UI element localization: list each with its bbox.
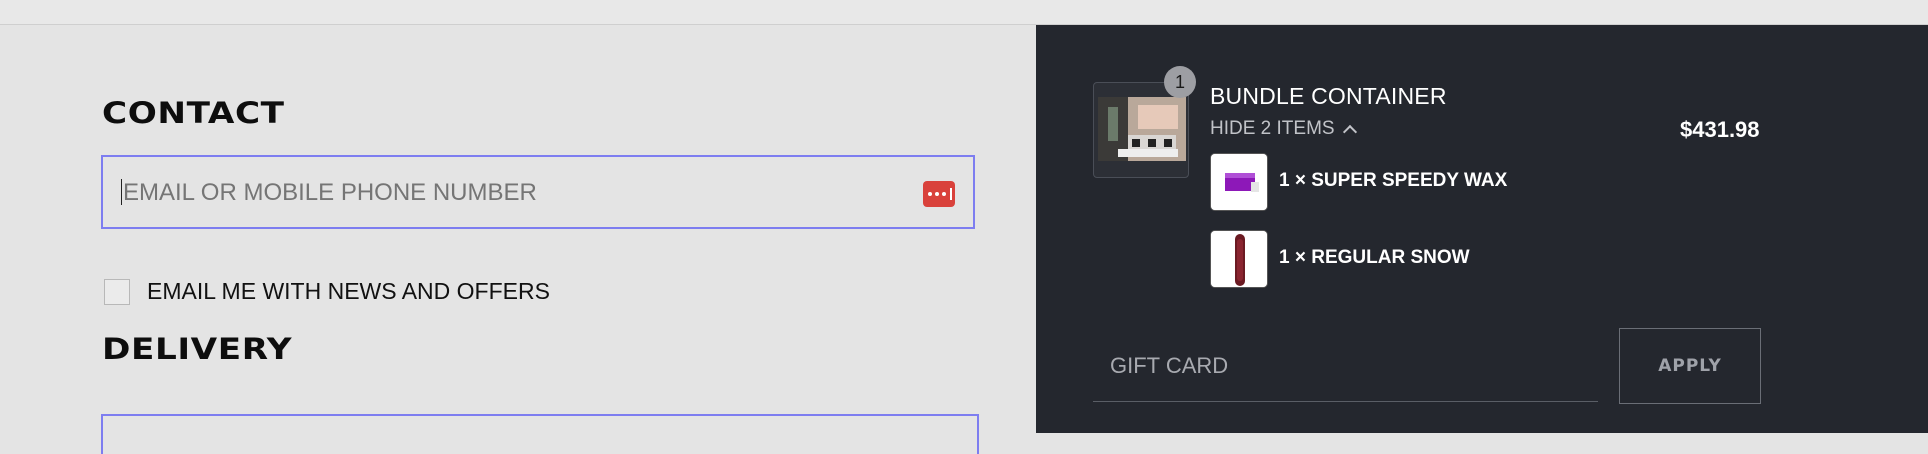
snowboard-image — [1211, 231, 1267, 287]
bundle-price: $431.98 — [1680, 117, 1760, 142]
password-manager-icon[interactable] — [923, 181, 955, 207]
snowboard-thumbnail — [1210, 230, 1268, 288]
hide-items-label: HIDE 2 ITEMS — [1210, 118, 1335, 139]
email-input[interactable] — [121, 157, 885, 229]
sub-item-label: 1 × SUPER SPEEDY WAX — [1279, 170, 1508, 191]
text-caret — [121, 179, 122, 205]
top-bar — [0, 0, 1928, 25]
apply-button[interactable]: APPLY — [1619, 328, 1761, 404]
bundle-title: BUNDLE CONTAINER — [1210, 83, 1447, 109]
gift-card-input[interactable] — [1093, 330, 1598, 402]
bundle-image — [1098, 97, 1186, 161]
delivery-field[interactable] — [101, 414, 979, 454]
hide-items-toggle[interactable]: HIDE 2 ITEMS — [1210, 118, 1357, 140]
wax-image — [1211, 154, 1267, 210]
checkout-form-panel — [0, 25, 1036, 433]
delivery-heading: DELIVERY — [102, 332, 293, 366]
quantity-badge: 1 — [1164, 66, 1196, 98]
wax-thumbnail — [1210, 153, 1268, 211]
newsletter-checkbox[interactable] — [104, 279, 130, 305]
contact-heading: CONTACT — [102, 96, 285, 130]
chevron-up-icon — [1342, 124, 1357, 139]
newsletter-label: EMAIL ME WITH NEWS AND OFFERS — [147, 278, 550, 304]
email-field-wrapper[interactable] — [101, 155, 975, 229]
sub-item-label: 1 × REGULAR SNOW — [1279, 247, 1470, 268]
